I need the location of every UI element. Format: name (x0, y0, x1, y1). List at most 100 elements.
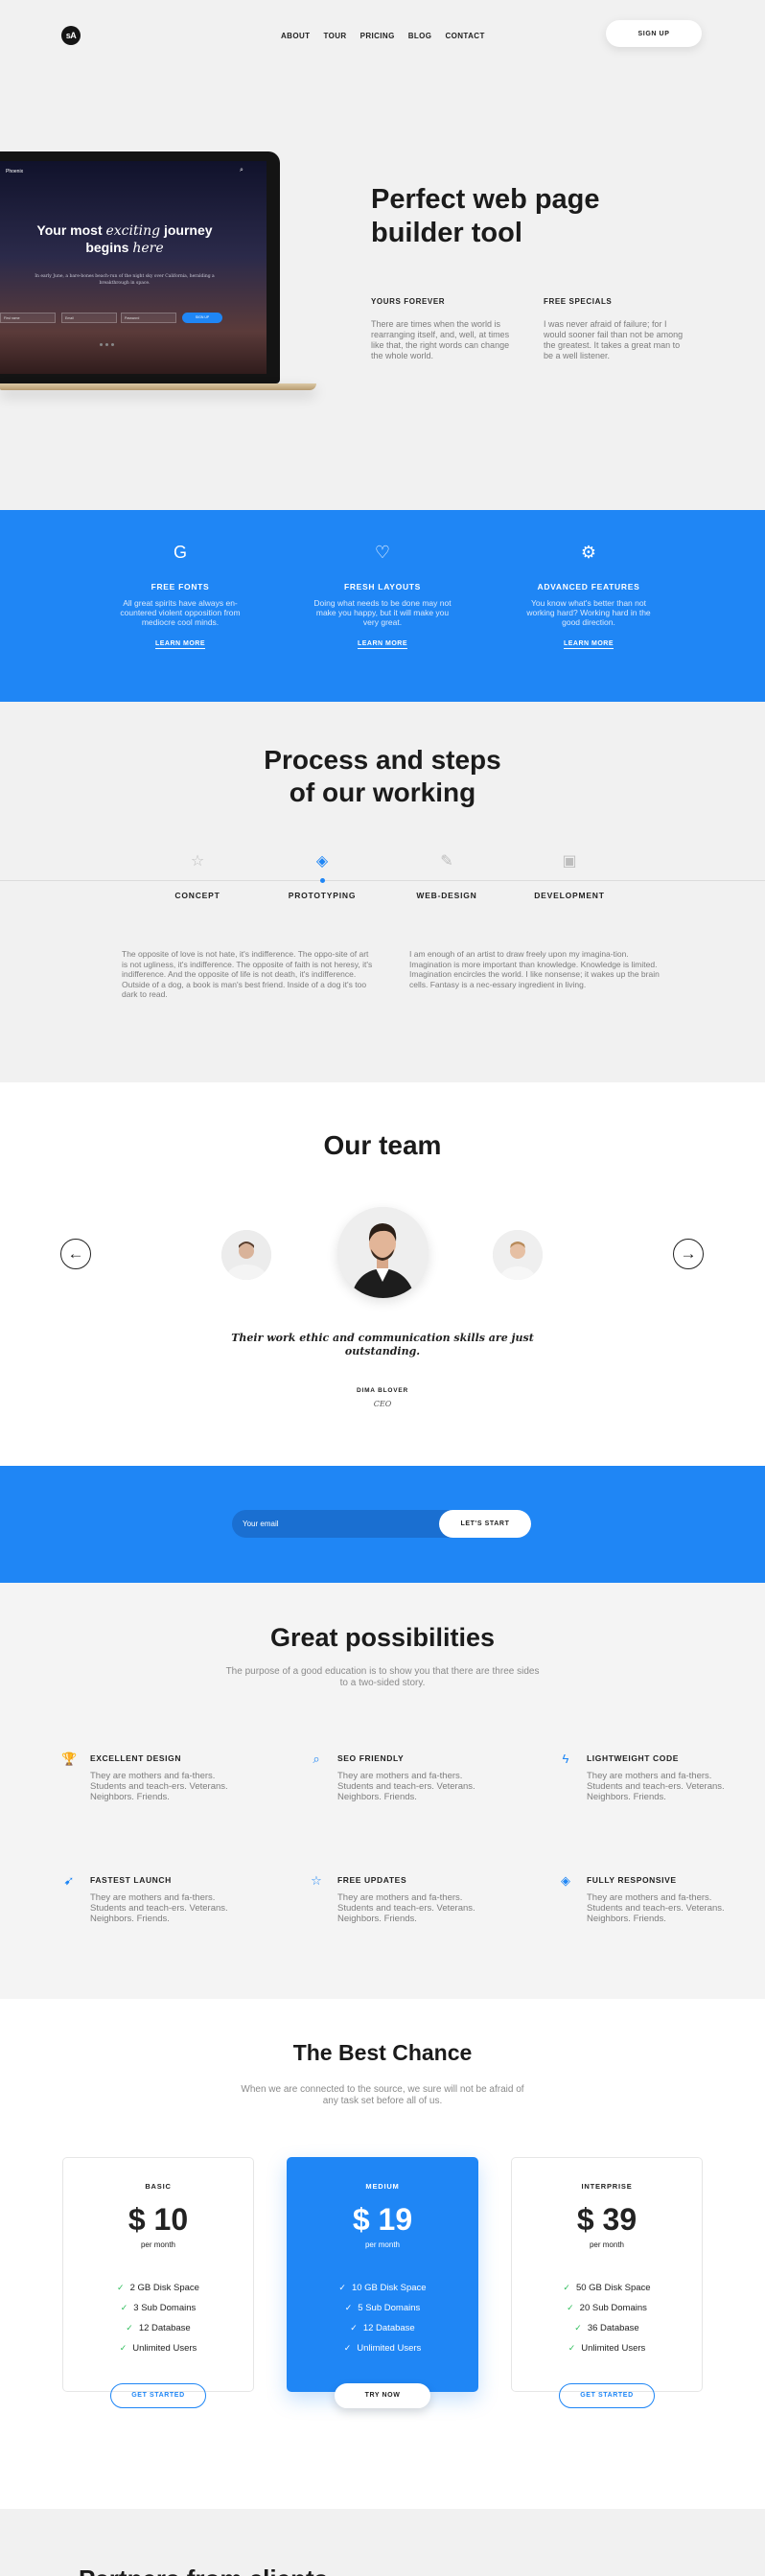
hero-title: Perfect web page builder tool (371, 184, 600, 248)
check-icon: ✓ (343, 2343, 352, 2353)
check-icon: ✓ (350, 2323, 358, 2332)
possibility-text: They are mothers and fa-thers. Students … (90, 1892, 228, 1924)
lightning-icon: ϟ (562, 1752, 569, 1766)
laptop-mockup: Phoenix ⌕ Your most exciting journey beg… (0, 151, 316, 390)
laptop-base (0, 383, 316, 390)
hero-section: sA ABOUT TOUR PRICING BLOG CONTACT SIGN … (0, 0, 765, 510)
code-window-icon: ▣ (562, 853, 577, 870)
possibilities-title: Great possibilities (269, 1623, 496, 1652)
carousel-prev-button[interactable]: ← (60, 1239, 91, 1269)
rocket-icon: ➹ (63, 1873, 75, 1888)
check-icon: ✓ (338, 2283, 346, 2292)
process-title: Process and steps of our working (264, 745, 501, 807)
search-icon: ⌕ (313, 1752, 320, 1766)
team-member-role: CEO (373, 1400, 392, 1408)
team-member-name: DIMA BLOVER (356, 1387, 409, 1394)
step-prototyping[interactable]: ◈ PROTOTYPING (265, 852, 380, 900)
step-dot (445, 878, 450, 883)
plan-features: ✓ 10 GB Disk Space ✓ 5 Sub Domains ✓ 12 Dat… (288, 2282, 477, 2355)
check-icon: ✓ (567, 2303, 574, 2312)
mockup-pager-dots (100, 343, 114, 346)
plan-feature: ✓ Unlimited Users (119, 2343, 197, 2354)
try-now-button[interactable]: TRY NOW (335, 2383, 430, 2408)
plan-features: ✓ 2 GB Disk Space ✓ 3 Sub Domains ✓ 12 Data… (63, 2282, 253, 2355)
mockup-field-password: Password (121, 313, 176, 323)
plan-name: MEDIUM (365, 2182, 400, 2191)
laptop-screen-content: Phoenix ⌕ Your most exciting journey beg… (0, 161, 267, 374)
plan-price: $ 10 (128, 2202, 189, 2237)
possibility-title: SEO FRIENDLY (337, 1753, 405, 1763)
possibility-fully-responsive: ◈ FULLY RESPONSIVE They are mothers and … (558, 1873, 725, 1924)
possibility-excellent-design: 🏆 EXCELLENT DESIGN They are mothers and … (61, 1752, 228, 1802)
process-timeline (0, 880, 765, 881)
mockup-signup-button: SIGN UP (182, 313, 222, 323)
pricing-title: The Best Chance (292, 2040, 473, 2065)
lets-start-button[interactable]: LET'S START (439, 1510, 531, 1538)
feature-advanced: ⚙ ADVANCED FEATURES You know what's bett… (517, 542, 661, 650)
feature-text: All great spirits have always en-counter… (120, 598, 241, 627)
logo[interactable]: sA (61, 26, 81, 45)
partners-title: Partners from clients (79, 2564, 328, 2576)
possibility-free-updates: ☆ FREE UPDATES They are mothers and fa-t… (309, 1873, 475, 1924)
feature-fresh-layouts: ♡ FRESH LAYOUTS Doing what needs to be d… (311, 542, 454, 650)
arrow-right-icon: → (680, 1244, 697, 1263)
check-icon: ✓ (563, 2283, 570, 2292)
hero-column-free-specials: FREE SPECIALS I was never afraid of fail… (544, 297, 687, 361)
step-web-design[interactable]: ✎ WEB-DESIGN (389, 852, 504, 900)
process-section: Process and steps of our working ☆ CONCEP… (0, 702, 765, 1082)
team-section: Our team ← → Their work ethic and commun… (0, 1082, 765, 1466)
possibility-seo-friendly: ⌕ SEO FRIENDLY They are mothers and fa-t… (309, 1752, 475, 1802)
layers-icon: ◈ (561, 1873, 570, 1888)
step-dot-active (319, 878, 325, 883)
mockup-field-email: Email (61, 313, 117, 323)
plan-price: $ 39 (576, 2202, 638, 2237)
check-icon: ✓ (344, 2303, 353, 2312)
feature-learn-more-link[interactable]: LEARN MORE (154, 640, 206, 649)
plan-name: INTERPRISE (581, 2182, 633, 2191)
plan-feature: ✓ 50 GB Disk Space (563, 2283, 651, 2293)
plan-name: BASIC (145, 2182, 172, 2191)
signup-button[interactable]: SIGN UP (606, 20, 702, 47)
nav-pricing[interactable]: PRICING (360, 32, 395, 40)
possibility-text: They are mothers and fa-thers. Students … (90, 1771, 228, 1802)
features-section: G FREE FONTS All great spirits have alwa… (0, 510, 765, 702)
nav-contact[interactable]: CONTACT (445, 32, 484, 40)
feature-text: You know what's better than not working … (526, 598, 651, 627)
possibility-text: They are mothers and fa-thers. Students … (337, 1771, 475, 1802)
nav-about[interactable]: ABOUT (281, 32, 310, 40)
carousel-next-button[interactable]: → (673, 1239, 704, 1269)
plan-feature: ✓ 20 Sub Domains (567, 2303, 647, 2313)
pricing-card-basic: BASIC $ 10 per month ✓ 2 GB Disk Space ✓ 3… (62, 2157, 254, 2408)
feature-title: ADVANCED FEATURES (537, 582, 640, 592)
plan-features: ✓ 50 GB Disk Space ✓ 20 Sub Domains ✓ 36 Da… (512, 2282, 702, 2355)
nav-blog[interactable]: BLOG (408, 32, 432, 40)
hero-column-text: I was never afraid of failure; for I wou… (544, 319, 684, 360)
team-avatar-active[interactable] (337, 1207, 429, 1298)
heart-icon: ♡ (374, 543, 391, 562)
step-concept[interactable]: ☆ CONCEPT (140, 852, 255, 900)
hero-column-text: There are times when the world is rearra… (371, 319, 510, 360)
star-icon: ☆ (311, 1873, 322, 1888)
step-label: CONCEPT (174, 891, 220, 900)
team-quote: Their work ethic and communication skill… (231, 1332, 534, 1358)
feature-free-fonts: G FREE FONTS All great spirits have alwa… (108, 542, 252, 650)
possibility-text: They are mothers and fa-thers. Students … (337, 1892, 475, 1924)
step-development[interactable]: ▣ DEVELOPMENT (512, 852, 627, 900)
feature-learn-more-link[interactable]: LEARN MORE (563, 640, 614, 649)
team-avatar-right[interactable] (493, 1230, 543, 1280)
star-icon: ☆ (190, 853, 205, 870)
possibilities-subtitle: The purpose of a good education is to sh… (225, 1666, 540, 1688)
get-started-button[interactable]: GET STARTED (110, 2383, 206, 2408)
hero-column-heading: FREE SPECIALS (544, 297, 613, 306)
feature-learn-more-link[interactable]: LEARN MORE (357, 640, 408, 649)
trophy-icon: 🏆 (61, 1752, 78, 1766)
pricing-section: The Best Chance When we are connected to… (0, 1999, 765, 2509)
subscribe-section: Your email LET'S START (0, 1466, 765, 1583)
team-avatar-left[interactable] (221, 1230, 271, 1280)
feature-text: Doing what needs to be done may not make… (313, 598, 452, 627)
pricing-card-interprise: INTERPRISE $ 39 per month ✓ 50 GB Disk Sp… (511, 2157, 703, 2408)
get-started-button[interactable]: GET STARTED (559, 2383, 655, 2408)
plan-period: per month (589, 2240, 625, 2249)
nav-tour[interactable]: TOUR (323, 32, 346, 40)
plan-feature: ✓ 12 Database (126, 2323, 191, 2333)
